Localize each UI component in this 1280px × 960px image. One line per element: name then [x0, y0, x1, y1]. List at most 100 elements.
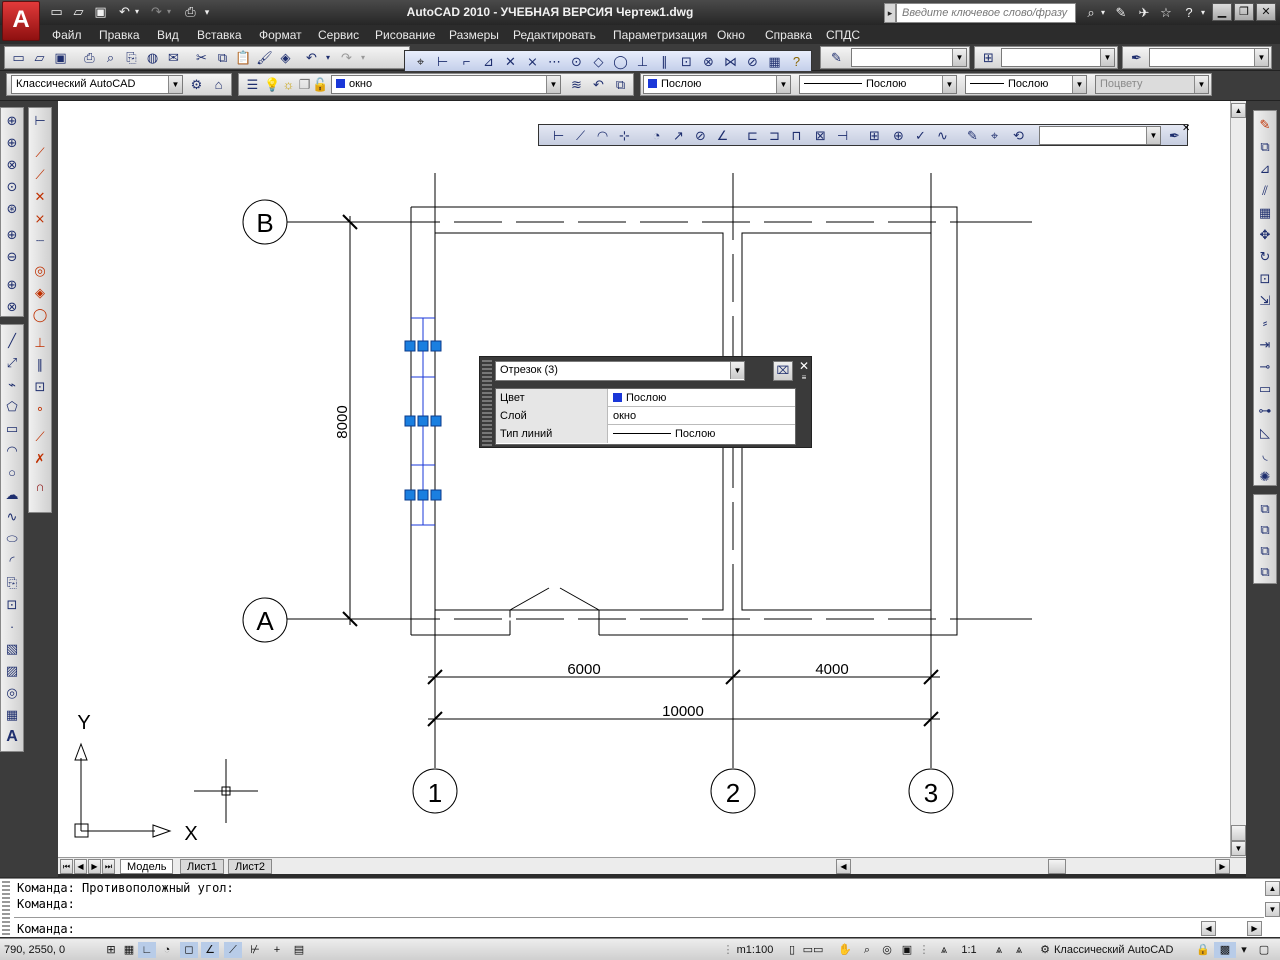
menu-window[interactable]: Окно [717, 28, 745, 42]
door-leaf-left[interactable] [509, 587, 550, 611]
plotstyle-combo[interactable]: Поцвету ▼ [1095, 75, 1209, 94]
dim-radius-icon[interactable]: ◔ [647, 127, 666, 145]
break-icon[interactable]: ▭ [1255, 379, 1275, 399]
undo-icon[interactable]: ↶ [116, 4, 133, 20]
grip[interactable] [404, 340, 416, 352]
snap-apparent-icon[interactable]: ⨯ [30, 209, 50, 229]
snap-parallel-icon[interactable]: ∥ [30, 355, 50, 375]
array-icon[interactable]: ▦ [1255, 203, 1275, 223]
make-current-layer-icon[interactable]: ≋ [567, 76, 586, 94]
panel-grip[interactable] [482, 360, 492, 446]
zoom-scale-icon[interactable]: ⊗ [2, 155, 22, 175]
send-to-back-icon[interactable]: ⧉ [1255, 520, 1275, 540]
dim-baseline-icon[interactable]: ⊐ [765, 127, 784, 145]
search-expand-icon[interactable]: ▸ [884, 3, 896, 23]
snap-quadrant-icon[interactable]: ◈ [30, 283, 50, 303]
plot-icon[interactable]: ⎙ [182, 4, 199, 20]
tab-sheet1[interactable]: Лист1 [180, 859, 225, 874]
tab-model[interactable]: Модель [120, 859, 174, 874]
dynamic-ucs-icon[interactable]: ⟋ [224, 942, 242, 958]
line-icon[interactable]: ╱ [2, 331, 22, 351]
snap-apparent-icon[interactable]: ⨯ [523, 53, 542, 71]
grip[interactable] [430, 415, 442, 427]
ellipse-arc-icon[interactable]: ◜ [2, 551, 22, 571]
circle-icon[interactable]: ○ [2, 463, 22, 483]
grip[interactable] [404, 415, 416, 427]
zoom-center-icon[interactable]: ⊙ [2, 177, 22, 197]
close-icon[interactable]: ✕ [1182, 123, 1190, 134]
dim-angular-icon[interactable]: ∠ [713, 127, 732, 145]
3d-dwf-icon[interactable]: ◍ [143, 49, 162, 67]
zoom-dynamic-icon[interactable]: ⊕ [2, 133, 22, 153]
menu-tools[interactable]: Сервис [318, 28, 359, 42]
dim-update-icon[interactable]: ⟲ [1009, 127, 1028, 145]
snap-node-icon[interactable]: ⊗ [699, 53, 718, 71]
open-folder-icon[interactable]: ▱ [70, 4, 87, 20]
workspace-status[interactable]: Классический AutoCAD [1054, 942, 1184, 958]
make-block-icon[interactable]: ⊡ [2, 595, 22, 615]
object-snap-icon[interactable]: ◻ [180, 942, 198, 958]
zoom-extents-icon[interactable]: ⊗ [2, 297, 22, 317]
first-tab-icon[interactable]: ⏮ [60, 859, 73, 874]
tolerance-icon[interactable]: ⊞ [865, 127, 884, 145]
grip[interactable] [417, 340, 429, 352]
redo-dropdown-icon[interactable]: ▾ [358, 49, 368, 67]
cut-icon[interactable]: ✂ [192, 49, 211, 67]
center-mark-icon[interactable]: ⊕ [889, 127, 908, 145]
dim-text-edit-icon[interactable]: ⌖ [985, 127, 1004, 145]
property-value[interactable]: окно [609, 407, 795, 425]
application-menu-button[interactable]: A [2, 1, 40, 41]
snap-insert-icon[interactable]: ⊡ [30, 377, 50, 397]
auto-scale-icon[interactable]: ⩓ [1010, 942, 1028, 958]
move-icon[interactable]: ✥ [1255, 225, 1275, 245]
snap-perpendicular-icon[interactable]: ⊥ [30, 333, 50, 353]
region-icon[interactable]: ◎ [2, 683, 22, 703]
layer-unlock-icon[interactable]: 🔓 [311, 76, 330, 94]
zoom-all-icon[interactable]: ⊕ [2, 275, 22, 295]
bring-to-front-icon[interactable]: ⧉ [1255, 499, 1275, 519]
steering-wheel-icon[interactable]: ◎ [878, 942, 896, 958]
table-icon[interactable]: ▦ [2, 705, 22, 725]
break-at-point-icon[interactable]: ⊸ [1255, 357, 1275, 377]
save-icon[interactable]: ▣ [92, 4, 109, 20]
temp-track-icon[interactable]: ⊢ [30, 111, 50, 131]
model-space-icon[interactable]: ▯ [784, 942, 800, 958]
property-row[interactable]: Слой окно [496, 407, 795, 425]
snap-endpoint-icon[interactable]: ⌐ [457, 53, 476, 71]
dim-ordinate-icon[interactable]: ⊹ [615, 127, 634, 145]
snap-intersection-icon[interactable]: ✕ [30, 187, 50, 207]
coordinates-readout[interactable]: 790, 2550, 0 [4, 942, 104, 958]
scroll-down-icon[interactable]: ▼ [1231, 841, 1246, 856]
copy-object-icon[interactable]: ⧉ [1255, 137, 1275, 157]
chamfer-icon[interactable]: ◺ [1255, 423, 1275, 443]
search-input[interactable]: Введите ключевое слово/фразу [896, 3, 1076, 23]
point-icon[interactable]: · [2, 617, 22, 637]
zoom-out-icon[interactable]: ⊖ [2, 247, 22, 267]
last-tab-icon[interactable]: ⏭ [102, 859, 115, 874]
snap-insert-icon[interactable]: ⊡ [677, 53, 696, 71]
menu-format[interactable]: Формат [259, 28, 302, 42]
match-properties-icon[interactable]: 🖌 [255, 49, 274, 67]
help-icon[interactable]: ? [1179, 4, 1199, 21]
scale-icon[interactable]: ⊡ [1255, 269, 1275, 289]
hscroll-thumb[interactable] [1048, 859, 1066, 874]
fillet-icon[interactable]: ◟ [1255, 445, 1275, 465]
multiline-text-icon[interactable]: A [2, 727, 22, 747]
zoom-window-icon[interactable]: ⊕ [2, 111, 22, 131]
zoom-icon[interactable]: ⌕ [858, 942, 876, 958]
binoculars-icon[interactable]: ⌕ [1081, 4, 1101, 21]
scroll-up-icon[interactable]: ▲ [1265, 881, 1280, 896]
scroll-up-icon[interactable]: ▲ [1231, 103, 1246, 118]
redo-dropdown-icon[interactable]: ▾ [164, 4, 174, 20]
snap-perpendicular-icon[interactable]: ⊥ [633, 53, 652, 71]
annotation-scale-value[interactable]: 1:1 [952, 942, 986, 958]
quick-dim-icon[interactable]: ⊏ [743, 127, 762, 145]
dim-space-icon[interactable]: ⊠ [811, 127, 830, 145]
rectangle-icon[interactable]: ▭ [2, 419, 22, 439]
spline-icon[interactable]: ∿ [2, 507, 22, 527]
scroll-right-icon[interactable]: ▶ [1215, 859, 1230, 874]
layer-states-icon[interactable]: ⧉ [611, 76, 630, 94]
lock-icon[interactable]: 🔒 [1194, 942, 1212, 958]
text-style-icon[interactable]: ✎ [827, 49, 846, 67]
etransmit-icon[interactable]: ✉ [164, 49, 183, 67]
